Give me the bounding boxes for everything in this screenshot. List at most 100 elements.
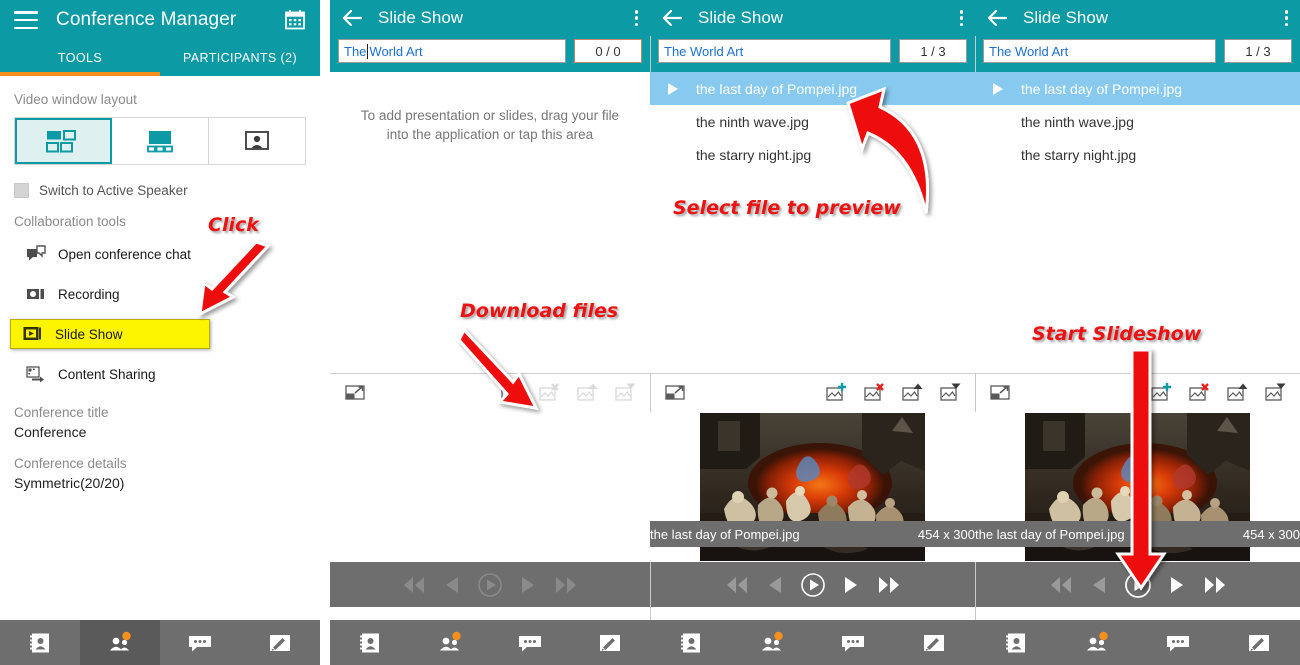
nav-contacts[interactable] [0, 620, 80, 665]
delete-slide-button [538, 382, 560, 404]
tool-label: Content Sharing [58, 366, 156, 382]
participants-icon [110, 631, 131, 650]
previous-slide-button [764, 574, 786, 596]
slideshow-title: Slide Show [698, 8, 784, 27]
more-options-icon[interactable] [959, 10, 963, 26]
more-options-icon[interactable] [1284, 10, 1288, 26]
move-slide-down-button[interactable] [1264, 382, 1286, 404]
slide-row-third[interactable]: the starry night.jpg [975, 138, 1300, 171]
slide-counter[interactable]: 1 / 3 [899, 39, 967, 63]
slide-preview[interactable]: the last day of Pompei.jpg 454 x 300 [650, 412, 975, 562]
nav-contacts[interactable] [975, 620, 1056, 665]
participants-icon [440, 631, 461, 650]
fit-to-window-icon[interactable] [344, 382, 366, 404]
tool-slide-show[interactable]: Slide Show [10, 319, 210, 349]
hamburger-icon[interactable] [14, 11, 38, 29]
last-slide-button[interactable] [1202, 574, 1230, 596]
bottom-nav-bar-3 [650, 620, 975, 665]
chat-icon [842, 635, 865, 651]
back-arrow-icon[interactable] [342, 9, 364, 27]
next-slide-button [517, 574, 539, 596]
layout-option-grid[interactable] [15, 118, 112, 164]
playback-bar-2 [650, 562, 975, 607]
slide-counter[interactable]: 1 / 3 [1224, 39, 1292, 63]
tool-open-conference-chat[interactable]: Open conference chat [14, 239, 306, 269]
slideshow-panel-empty: Slide Show The World Art 0 / 0 To add pre… [330, 0, 650, 665]
calendar-icon[interactable] [284, 9, 306, 31]
slideshow-title: Slide Show [378, 8, 464, 27]
slide-row-second[interactable]: the ninth wave.jpg [650, 105, 975, 138]
more-options-icon[interactable] [634, 10, 638, 26]
name-suffix: World Art [369, 43, 423, 59]
delete-slide-button[interactable] [863, 382, 885, 404]
presentation-name-input[interactable]: The World Art [983, 39, 1216, 63]
last-slide-button[interactable] [876, 574, 904, 596]
nav-contacts[interactable] [650, 620, 731, 665]
move-slide-up-button[interactable] [1226, 382, 1248, 404]
active-tab-indicator [0, 72, 160, 76]
move-slide-up-button[interactable] [901, 382, 923, 404]
fit-to-window-icon[interactable] [664, 382, 686, 404]
nav-chat[interactable] [813, 620, 894, 665]
nav-chat[interactable] [490, 620, 570, 665]
next-slide-button[interactable] [1166, 574, 1188, 596]
presentation-name-input[interactable]: The World Art [658, 39, 891, 63]
presentation-name-input[interactable]: The World Art [338, 39, 566, 63]
active-speaker-checkbox[interactable] [14, 183, 29, 198]
nav-compose[interactable] [570, 620, 650, 665]
slide-list: the last day of Pompei.jpg the ninth wav… [650, 72, 975, 374]
participants-icon [761, 631, 783, 650]
preview-caption: the last day of Pompei.jpg 454 x 300 [975, 521, 1300, 547]
tab-participants[interactable]: PARTICIPANTS (2) [160, 40, 320, 76]
play-button[interactable] [800, 572, 826, 598]
nav-compose[interactable] [894, 620, 975, 665]
slide-filename: the ninth wave.jpg [696, 113, 809, 130]
slide-row-first[interactable]: the last day of Pompei.jpg [975, 72, 1300, 105]
active-speaker-label: Switch to Active Speaker [39, 183, 188, 198]
active-speaker-row[interactable]: Switch to Active Speaker [14, 183, 306, 198]
slide-row-first[interactable]: the last day of Pompei.jpg [650, 72, 975, 105]
tab-tools[interactable]: TOOLS [0, 40, 160, 76]
slide-row-third[interactable]: the starry night.jpg [650, 138, 975, 171]
slide-list-empty[interactable]: To add presentation or slides, drag your… [330, 72, 650, 374]
back-arrow-icon[interactable] [987, 9, 1009, 27]
nav-contacts[interactable] [330, 620, 410, 665]
participants-icon [1086, 631, 1108, 650]
first-slide-button [722, 574, 750, 596]
preview-filename: the last day of Pompei.jpg [650, 526, 800, 542]
delete-slide-button[interactable] [1188, 382, 1210, 404]
compose-icon [1249, 634, 1270, 651]
tool-label: Slide Show [55, 326, 123, 342]
previous-slide-button [1088, 574, 1110, 596]
slide-toolbar [975, 374, 1300, 412]
nav-compose[interactable] [1219, 620, 1300, 665]
nav-participants[interactable] [731, 620, 812, 665]
nav-participants[interactable] [1056, 620, 1137, 665]
next-slide-button[interactable] [840, 574, 862, 596]
layout-option-presenter[interactable] [112, 118, 209, 164]
chat-icon [519, 635, 541, 651]
add-slide-button[interactable] [500, 382, 522, 404]
bottom-nav-bar-4 [975, 620, 1300, 665]
nav-chat[interactable] [1138, 620, 1219, 665]
slide-counter[interactable]: 0 / 0 [574, 39, 642, 63]
slideshow-panel-playing: Slide Show The World Art 1 / 3 the last … [975, 0, 1300, 665]
slide-preview[interactable]: the last day of Pompei.jpg 454 x 300 [975, 412, 1300, 562]
tool-content-sharing[interactable]: Content Sharing [14, 359, 306, 389]
nav-participants[interactable] [80, 620, 160, 665]
nav-participants[interactable] [410, 620, 490, 665]
back-arrow-icon[interactable] [662, 9, 684, 27]
conference-details-label: Conference details [14, 456, 127, 471]
slide-list: the last day of Pompei.jpg the ninth wav… [975, 72, 1300, 374]
play-button[interactable] [1124, 571, 1152, 599]
tool-recording[interactable]: Recording [14, 279, 306, 309]
tool-label: Open conference chat [58, 246, 191, 262]
add-slide-button[interactable] [825, 382, 847, 404]
nav-compose[interactable] [240, 620, 320, 665]
fit-to-window-icon[interactable] [989, 382, 1011, 404]
move-slide-down-button[interactable] [939, 382, 961, 404]
nav-chat[interactable] [160, 620, 240, 665]
slide-row-second[interactable]: the ninth wave.jpg [975, 105, 1300, 138]
add-slide-button[interactable] [1150, 382, 1172, 404]
layout-option-single-speaker[interactable] [209, 118, 305, 164]
